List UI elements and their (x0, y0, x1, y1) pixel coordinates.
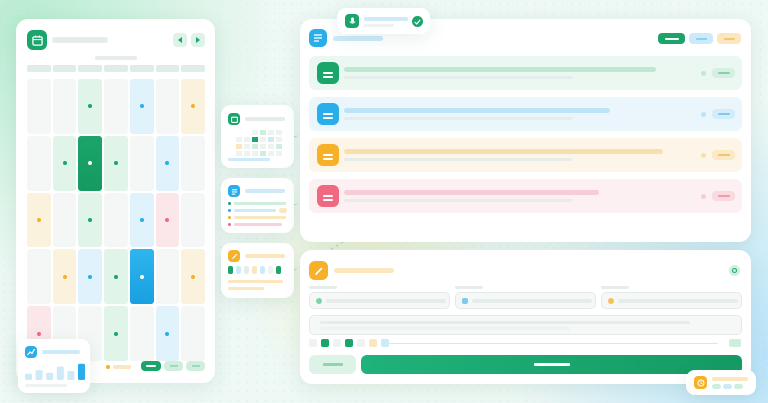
field-label (309, 286, 337, 289)
status-badge[interactable] (712, 109, 735, 119)
task-list-panel (300, 19, 751, 242)
status-dot (701, 194, 706, 199)
task-list-title (333, 36, 383, 41)
expand-toggle[interactable] (729, 339, 741, 347)
status-dot (701, 71, 706, 76)
task-row-blue[interactable] (309, 97, 742, 131)
task-subtitle (344, 158, 572, 161)
notification-chip[interactable] (337, 8, 430, 34)
task-subtitle (344, 199, 572, 202)
notification-title (364, 17, 408, 21)
timer-chip[interactable] (686, 370, 756, 395)
status-badge[interactable] (712, 150, 735, 160)
task-row-orange[interactable] (309, 138, 742, 172)
divider (388, 343, 718, 344)
task-form-panel (300, 250, 751, 384)
task-title (344, 190, 599, 195)
description-field[interactable] (309, 315, 742, 335)
option-chip[interactable] (309, 339, 317, 347)
field-label (455, 286, 483, 289)
task-icon (317, 185, 339, 207)
option-chip[interactable] (321, 339, 329, 347)
task-icon (317, 144, 339, 166)
pencil-icon (309, 261, 328, 280)
status-badge[interactable] (712, 191, 735, 201)
blue-field[interactable] (455, 292, 596, 309)
status-dot (701, 112, 706, 117)
settings-icon[interactable] (729, 265, 740, 276)
list-icon (309, 29, 327, 47)
clock-icon (694, 376, 707, 389)
task-title (344, 108, 610, 113)
option-chip[interactable] (333, 339, 341, 347)
green-field[interactable] (309, 292, 450, 309)
task-title (344, 67, 656, 72)
task-row-green[interactable] (309, 56, 742, 90)
option-chip[interactable] (345, 339, 353, 347)
check-icon (412, 16, 423, 27)
task-subtitle (344, 117, 572, 120)
status-dot (701, 153, 706, 158)
notification-subtitle (364, 24, 394, 27)
field-label (601, 286, 629, 289)
task-subtitle (344, 76, 572, 79)
task-title (344, 149, 663, 154)
orange-field[interactable] (601, 292, 742, 309)
option-chip[interactable] (357, 339, 365, 347)
cancel-button[interactable] (309, 355, 356, 374)
form-title (334, 268, 394, 273)
option-chip[interactable] (369, 339, 377, 347)
task-row-red[interactable] (309, 179, 742, 213)
task-icon (317, 103, 339, 125)
microphone-icon (345, 14, 359, 28)
filter-button-blue[interactable] (689, 33, 713, 44)
filter-button-green[interactable] (658, 33, 685, 44)
filter-button-orange[interactable] (717, 33, 741, 44)
timer-title (712, 377, 748, 381)
option-chips (309, 339, 389, 347)
status-badge[interactable] (712, 68, 735, 78)
submit-button[interactable] (361, 355, 742, 374)
task-icon (317, 62, 339, 84)
